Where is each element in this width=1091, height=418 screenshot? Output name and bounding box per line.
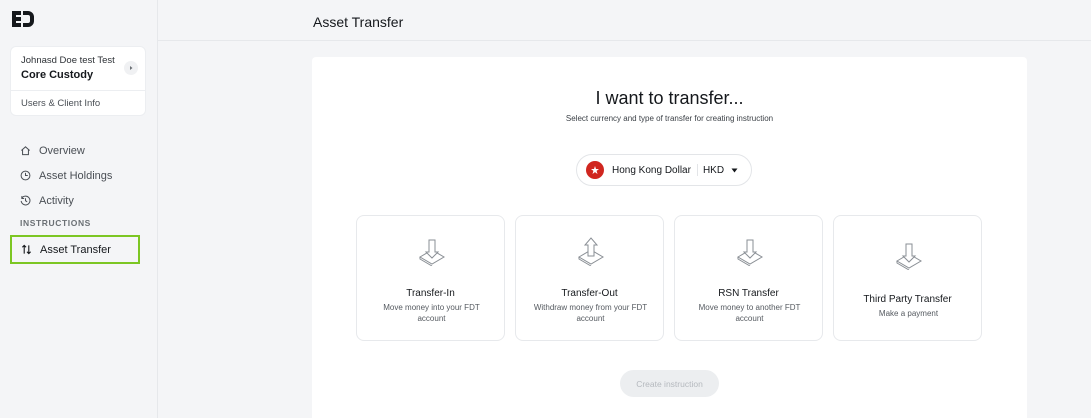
transfer-options: Transfer-In Move money into your FDT acc… (356, 215, 984, 341)
third-party-transfer-icon (896, 243, 922, 270)
sidebar-item-label: Overview (39, 144, 85, 157)
transfer-subheading: Select currency and type of transfer for… (565, 114, 774, 123)
sidebar-item-label: Activity (39, 194, 74, 207)
caret-down-icon (731, 168, 738, 172)
account-switcher[interactable]: Johnasd Doe test Test Core Custody (11, 47, 145, 91)
home-icon (21, 146, 30, 156)
nav-section-instructions: INSTRUCTIONS (20, 218, 91, 228)
transfer-arrows-icon (21, 244, 32, 255)
option-title: Transfer-In (406, 288, 455, 299)
currency-code: HKD (702, 164, 725, 176)
option-third-party-transfer[interactable]: Third Party Transfer Make a payment (833, 215, 982, 341)
option-title: Transfer-Out (561, 288, 618, 299)
chevron-right-icon[interactable] (124, 61, 138, 75)
sidebar-item-overview[interactable]: Overview (0, 138, 158, 163)
sidebar-item-asset-holdings[interactable]: Asset Holdings (0, 163, 158, 188)
transfer-out-icon (578, 237, 604, 266)
currency-separator (696, 164, 698, 176)
option-description: Move money to another FDT account (698, 303, 801, 323)
transfer-heading: I want to transfer... (595, 88, 744, 108)
option-description: Withdraw money from your FDT account (533, 303, 648, 323)
create-instruction-button[interactable]: Create instruction (620, 370, 719, 397)
sidebar: Johnasd Doe test Test Core Custody Users… (0, 0, 158, 418)
header-divider (158, 40, 1091, 41)
option-transfer-out[interactable]: Transfer-Out Withdraw money from your FD… (515, 215, 664, 341)
option-description: Make a payment (878, 309, 939, 318)
currency-select[interactable]: Hong Kong Dollar HKD (576, 154, 752, 186)
sidebar-item-label: Asset Holdings (39, 169, 113, 182)
page-title: Asset Transfer (313, 14, 404, 30)
clock-icon (20, 170, 31, 181)
users-client-info-link[interactable]: Users & Client Info (11, 91, 145, 109)
option-rsn-transfer[interactable]: RSN Transfer Move money to another FDT a… (674, 215, 823, 341)
account-card: Johnasd Doe test Test Core Custody Users… (10, 46, 146, 116)
transfer-in-icon (419, 239, 445, 266)
rsn-transfer-icon (737, 239, 763, 266)
option-title: RSN Transfer (718, 288, 779, 299)
history-icon (20, 195, 31, 206)
option-title: Third Party Transfer (863, 294, 952, 305)
transfer-panel: I want to transfer... Select currency an… (312, 57, 1027, 418)
sidebar-item-asset-transfer[interactable]: Asset Transfer (10, 235, 140, 264)
option-transfer-in[interactable]: Transfer-In Move money into your FDT acc… (356, 215, 505, 341)
logo-icon[interactable] (12, 11, 34, 27)
sidebar-item-label: Asset Transfer (40, 243, 111, 256)
currency-name: Hong Kong Dollar (612, 164, 691, 176)
hong-kong-flag-icon (586, 161, 604, 179)
sidebar-nav: Overview Asset Holdings Activity INSTRUC… (0, 138, 158, 264)
option-description: Move money into your FDT account (383, 303, 480, 323)
sidebar-item-activity[interactable]: Activity (0, 188, 158, 213)
